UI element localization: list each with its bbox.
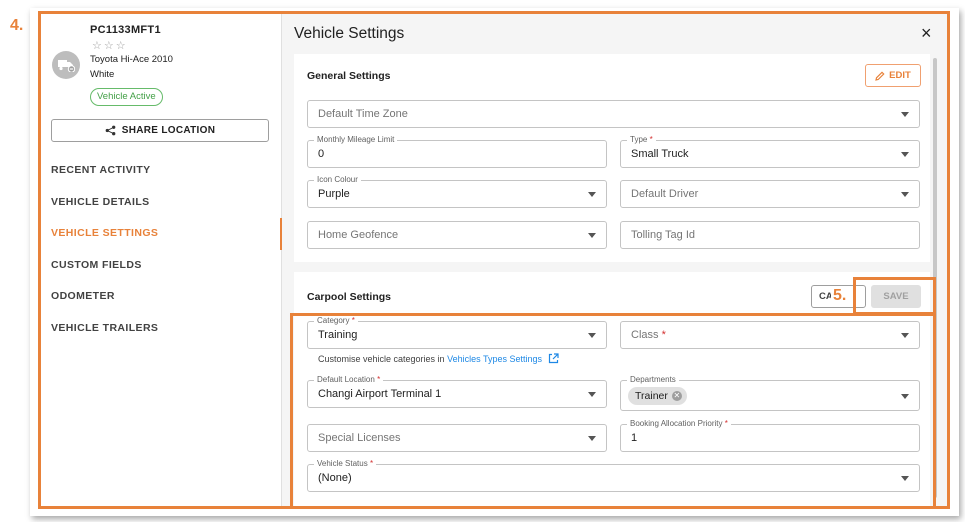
chevron-down-icon <box>901 152 909 157</box>
type-select[interactable]: Type * Small Truck <box>620 135 920 168</box>
vehicle-model: Toyota Hi-Ace 2010 <box>90 54 173 65</box>
departments-label: Departments <box>627 375 679 385</box>
category-label: Category * <box>314 316 358 326</box>
sidebar-item-custom-fields[interactable]: CUSTOM FIELDS <box>51 259 158 291</box>
class-placeholder: Class * <box>631 329 666 341</box>
default-location-label: Default Location * <box>314 375 384 385</box>
general-settings-title: General Settings <box>307 70 391 82</box>
chevron-down-icon <box>901 192 909 197</box>
pencil-icon <box>875 70 885 81</box>
category-value: Training <box>318 329 358 341</box>
sidebar-item-odometer[interactable]: ODOMETER <box>51 290 158 322</box>
vehicle-status-value: (None) <box>318 472 352 484</box>
tolling-tag-placeholder: Tolling Tag Id <box>631 229 696 241</box>
icon-colour-label: Icon Colour <box>314 175 361 185</box>
monthly-mileage-label: Monthly Mileage Limit <box>314 135 398 145</box>
share-location-button[interactable]: SHARE LOCATION <box>51 119 269 142</box>
scrollbar[interactable] <box>933 58 937 498</box>
edit-label: EDIT <box>889 70 911 81</box>
departments-select[interactable]: Departments Trainer ✕ <box>620 375 920 411</box>
truck-icon <box>58 60 75 72</box>
booking-priority-field[interactable]: Booking Allocation Priority * 1 <box>620 419 920 452</box>
type-value: Small Truck <box>631 148 689 160</box>
sidebar-item-vehicle-trailers[interactable]: VEHICLE TRAILERS <box>51 322 158 354</box>
monthly-mileage-field[interactable]: Monthly Mileage Limit 0 <box>307 135 607 168</box>
class-select[interactable]: Class * <box>620 321 920 349</box>
special-licenses-select[interactable]: Special Licenses <box>307 424 607 452</box>
annotation-step-5: 5. <box>831 287 849 305</box>
vehicle-status-select[interactable]: Vehicle Status * (None) <box>307 459 920 492</box>
default-driver-select[interactable]: Default Driver <box>620 180 920 208</box>
vehicle-id: PC1133MFT1 <box>90 24 161 36</box>
monthly-mileage-value: 0 <box>318 148 325 160</box>
icon-colour-value: Purple <box>318 188 350 200</box>
default-location-value: Changi Airport Terminal 1 <box>318 388 442 400</box>
home-geofence-select[interactable]: Home Geofence <box>307 221 607 249</box>
chevron-down-icon <box>588 392 596 397</box>
default-time-zone-select[interactable]: Default Time Zone <box>307 100 920 128</box>
share-location-label: SHARE LOCATION <box>121 125 216 136</box>
carpool-settings-title: Carpool Settings <box>307 291 392 303</box>
vehicles-types-settings-link[interactable]: Vehicles Types Settings <box>447 354 542 364</box>
chevron-down-icon <box>588 233 596 238</box>
department-chip-label: Trainer <box>635 390 668 402</box>
vehicle-settings-dialog: Vehicle Settings × General Settings EDIT… <box>282 14 947 506</box>
sidebar-item-vehicle-settings[interactable]: VEHICLE SETTINGS <box>51 227 158 259</box>
default-driver-placeholder: Default Driver <box>631 188 699 200</box>
status-badge: Vehicle Active <box>90 88 163 106</box>
category-hint: Customise vehicle categories in Vehicles… <box>318 353 559 364</box>
annotation-step-4: 4. <box>10 17 24 34</box>
special-licenses-placeholder: Special Licenses <box>318 432 401 444</box>
chevron-down-icon <box>901 394 909 399</box>
rating-stars[interactable]: ☆☆☆ <box>92 39 128 52</box>
home-geofence-placeholder: Home Geofence <box>318 229 399 241</box>
sidebar-nav: RECENT ACTIVITY VEHICLE DETAILS VEHICLE … <box>51 164 158 354</box>
vehicle-avatar <box>52 51 80 79</box>
vehicle-status-label: Vehicle Status * <box>314 459 377 469</box>
external-link-icon[interactable] <box>548 353 559 364</box>
remove-chip-icon[interactable]: ✕ <box>671 391 682 401</box>
vehicle-sidebar: PC1133MFT1 ☆☆☆ Toyota Hi-Ace 2010 White … <box>41 14 282 506</box>
dialog-title: Vehicle Settings <box>294 25 405 42</box>
share-icon <box>105 125 116 136</box>
type-label: Type * <box>627 135 656 145</box>
sidebar-item-vehicle-details[interactable]: VEHICLE DETAILS <box>51 196 158 228</box>
tolling-tag-input[interactable]: Tolling Tag Id <box>620 221 920 249</box>
save-button[interactable]: SAVE <box>871 285 921 308</box>
booking-priority-value: 1 <box>631 432 638 444</box>
chevron-down-icon <box>588 333 596 338</box>
chevron-down-icon <box>588 436 596 441</box>
department-chip[interactable]: Trainer ✕ <box>628 387 687 405</box>
chevron-down-icon <box>588 192 596 197</box>
edit-button[interactable]: EDIT <box>865 64 921 87</box>
icon-colour-select[interactable]: Icon Colour Purple <box>307 175 607 208</box>
vehicle-colour: White <box>90 69 115 80</box>
booking-priority-label: Booking Allocation Priority * <box>627 419 731 429</box>
chevron-down-icon <box>901 333 909 338</box>
chevron-down-icon <box>901 112 909 117</box>
default-location-select[interactable]: Default Location * Changi Airport Termin… <box>307 375 607 408</box>
category-select[interactable]: Category * Training <box>307 316 607 349</box>
sidebar-item-recent-activity[interactable]: RECENT ACTIVITY <box>51 164 158 196</box>
default-time-zone-placeholder: Default Time Zone <box>318 108 408 120</box>
close-icon[interactable]: × <box>921 23 932 44</box>
chevron-down-icon <box>901 476 909 481</box>
